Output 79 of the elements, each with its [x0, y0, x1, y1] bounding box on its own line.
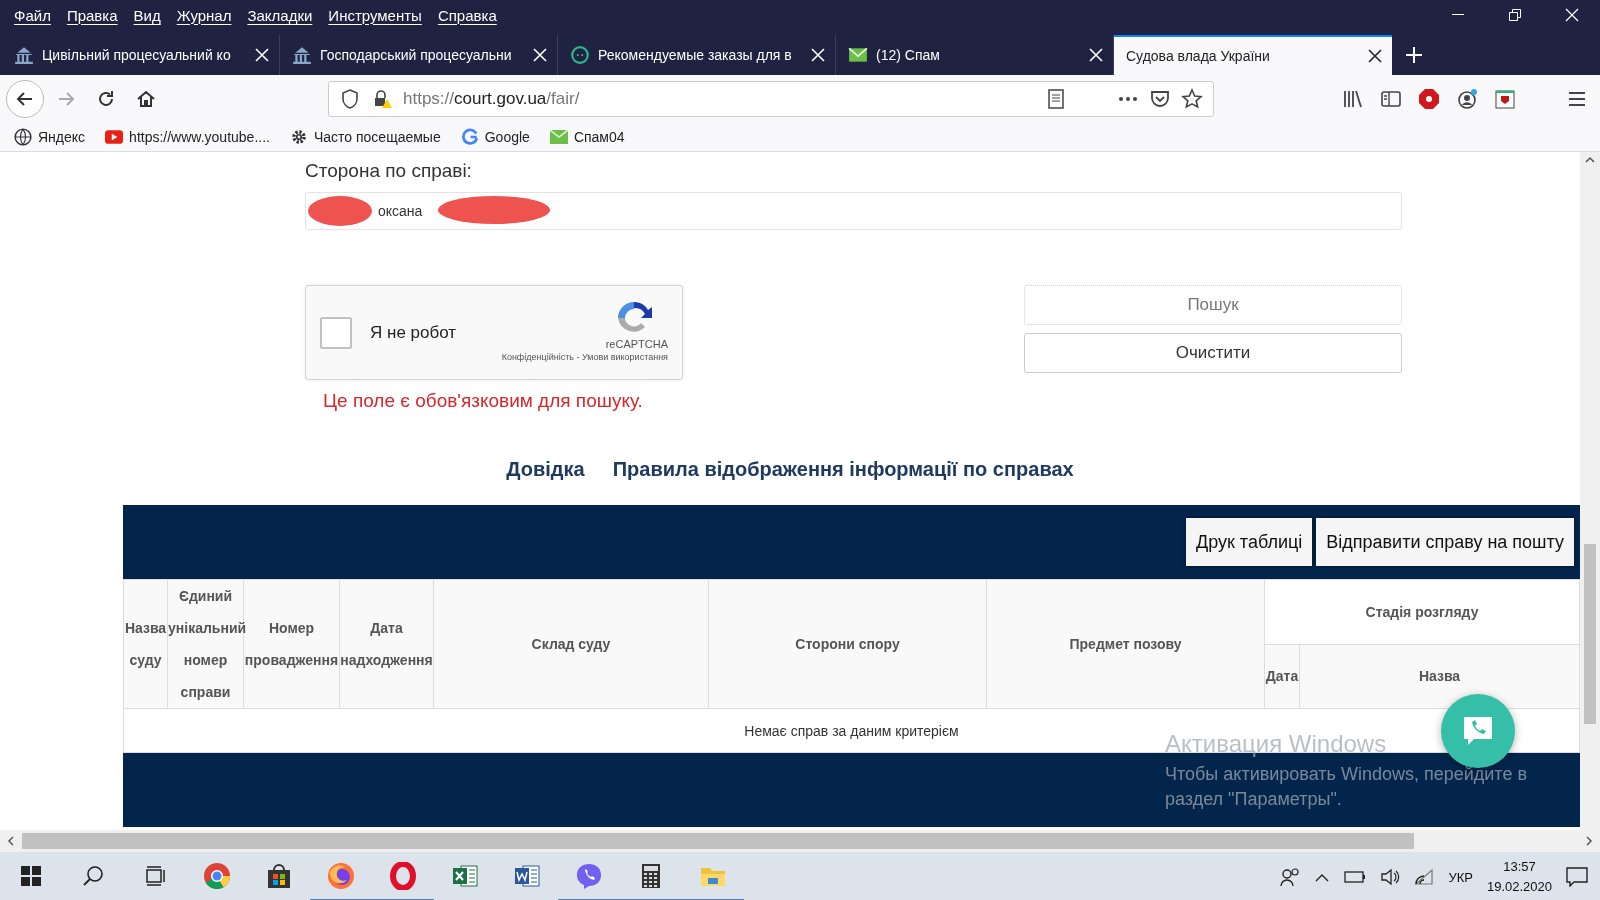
party-input-field[interactable]: оксана: [305, 192, 1402, 230]
battery-icon: [1344, 870, 1367, 884]
plus-icon[interactable]: [1405, 46, 1423, 64]
task-view-icon[interactable]: [144, 864, 166, 887]
ring-o-icon[interactable]: [389, 861, 417, 890]
keyboard-language[interactable]: УКР: [1448, 869, 1473, 885]
building-icon: [292, 45, 312, 65]
reader-view-icon[interactable]: [1045, 88, 1067, 110]
clear-button[interactable]: Очистити: [1024, 333, 1402, 373]
scrollbar-thumb[interactable]: [22, 833, 1414, 849]
windows-start-icon[interactable]: [21, 865, 41, 886]
star-icon[interactable]: [1181, 88, 1203, 110]
field-label: Сторона по справі:: [305, 160, 473, 182]
captcha-checkbox[interactable]: [320, 316, 352, 349]
error-message: Це поле є обов'язковим для пошуку.: [323, 390, 644, 412]
envelope-icon: [848, 45, 868, 65]
notification-icon[interactable]: [1566, 867, 1588, 887]
close-icon[interactable]: [1368, 49, 1382, 63]
menu-item[interactable]: Инструменты: [320, 6, 430, 24]
activation-notice-text: Чтобы активировать Windows, перейдите в раздел "Параметры".: [1165, 763, 1528, 811]
gear-icon: [289, 128, 308, 146]
privacy-terms-links[interactable]: Конфіденційність - Умови використання: [501, 352, 668, 362]
pocket-icon[interactable]: [1149, 88, 1171, 110]
captcha-label: Я не робот: [370, 322, 457, 343]
redaction-mark: [308, 196, 372, 226]
scroll-right-icon[interactable]: [1584, 835, 1594, 847]
recaptcha-brand: reCAPTCHA: [605, 338, 668, 350]
clock[interactable]: 13:57 19.02.2020: [1486, 857, 1552, 897]
search-icon[interactable]: [82, 864, 104, 887]
home-icon[interactable]: [135, 88, 157, 110]
search-button[interactable]: Пошук: [1024, 285, 1402, 325]
scroll-left-icon[interactable]: [6, 835, 16, 847]
column-header: Дата: [1264, 644, 1300, 709]
building-icon: [14, 45, 34, 65]
bookmark-link[interactable]: Спам04: [573, 129, 625, 145]
menu-item[interactable]: Правка: [58, 6, 126, 24]
info-link[interactable]: Правила відображення інформації по справах: [612, 458, 1074, 481]
bookmark-link[interactable]: https://www.youtube....: [129, 129, 270, 145]
info-link[interactable]: Довідка: [506, 458, 585, 481]
column-header: Назва суду: [123, 579, 168, 709]
library-icon[interactable]: [1342, 88, 1364, 110]
table-action-button[interactable]: Відправити справу на пошту: [1316, 518, 1574, 566]
menu-item[interactable]: Закладки: [239, 6, 321, 24]
account-icon[interactable]: [1456, 88, 1478, 110]
globe-icon: [14, 128, 32, 146]
column-header: Склад суду: [433, 579, 709, 709]
menu-item[interactable]: Справка: [429, 6, 505, 24]
shield-icon[interactable]: [339, 88, 361, 110]
minimize-icon[interactable]: [1451, 14, 1464, 16]
envelope-icon: [549, 128, 568, 146]
bookmark-link[interactable]: Яндекс: [38, 129, 86, 145]
scrollbar-thumb[interactable]: [1584, 544, 1596, 724]
fox-globe-icon[interactable]: [327, 861, 355, 890]
activation-notice-title: Активация Windows: [1165, 730, 1387, 758]
sidebar-icon[interactable]: [1380, 88, 1402, 110]
google-g-icon: [460, 128, 479, 146]
menu-item[interactable]: Файл: [6, 6, 59, 24]
table-action-button[interactable]: Друк таблиці: [1185, 518, 1313, 566]
restore-icon[interactable]: [1508, 9, 1521, 21]
shopping-bag-icon[interactable]: [265, 861, 293, 890]
column-group-header: Стадія розгляду: [1264, 579, 1580, 644]
people-icon[interactable]: [1280, 867, 1301, 887]
menu-item[interactable]: Вид: [125, 6, 169, 24]
column-header: Єдиний унікальний номер справи: [167, 579, 244, 709]
stop-sign-icon[interactable]: [1418, 88, 1440, 110]
speaker-icon[interactable]: [1380, 868, 1401, 886]
chrome-icon[interactable]: [203, 861, 231, 890]
phone-bubble-icon[interactable]: [575, 861, 603, 890]
menu-item[interactable]: Журнал: [168, 6, 240, 24]
play-icon: [105, 128, 124, 146]
bookmark-link[interactable]: Google: [484, 129, 530, 145]
browser-tab[interactable]: Судова влада України: [1114, 35, 1392, 75]
field-value: оксана: [378, 203, 423, 219]
column-header: Дата надходження: [339, 579, 434, 709]
column-header: Предмет позову: [986, 579, 1265, 709]
chat-bubble-icon: [570, 45, 590, 65]
address-bar[interactable]: https://court.gov.ua/fair/: [328, 81, 1214, 117]
bookmark-link[interactable]: Часто посещаемые: [313, 129, 441, 145]
column-header: Сторони спору: [708, 579, 987, 709]
